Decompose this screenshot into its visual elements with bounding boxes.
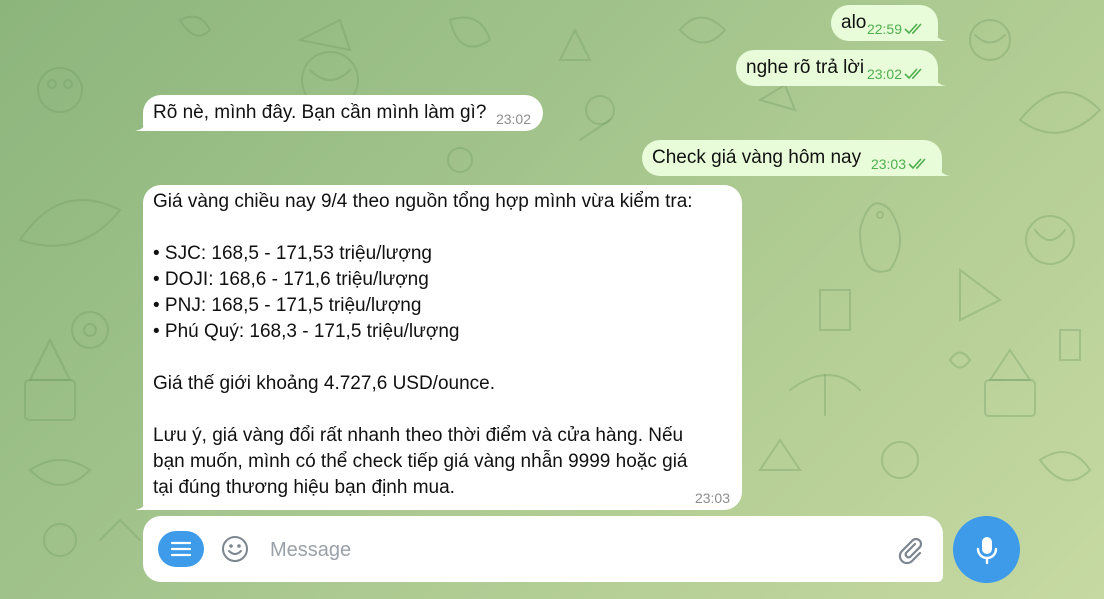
message-meta: 23:02 [867,66,926,82]
voice-record-button[interactable] [953,516,1020,583]
bubble-tail [135,496,147,510]
menu-icon [171,541,191,557]
bubble-tail [135,117,147,131]
message-time: 23:03 [870,156,906,172]
message-bubble-outgoing[interactable]: alo 22:59 [831,5,946,41]
note-line: tại đúng thương hiệu bạn định mua. [153,477,455,498]
microphone-icon [976,536,997,564]
message-time: 23:03 [694,490,730,506]
message-input[interactable] [268,534,872,566]
price-bullet-sjc: • SJC: 168,5 - 171,53 triệu/lượng [153,243,432,264]
message-intro: Giá vàng chiều nay 9/4 theo nguồn tổng h… [153,191,693,212]
message-meta: 22:59 [867,21,926,37]
bubble-tail [934,72,946,86]
message-bubble-incoming[interactable]: Giá vàng chiều nay 9/4 theo nguồn tổng h… [135,185,742,510]
double-check-icon [904,23,922,35]
message-time: 23:02 [495,111,531,127]
message-bubble-outgoing[interactable]: Check giá vàng hôm nay 23:03 [642,140,950,176]
message-text: Giá vàng chiều nay 9/4 theo nguồn tổng h… [153,189,730,501]
double-check-icon [904,68,922,80]
double-check-icon [908,158,926,170]
message-bubble-incoming[interactable]: Rõ nè, mình đây. Bạn cần mình làm gì? 23… [135,95,543,131]
smiley-icon[interactable] [221,535,249,563]
note-line: bạn muốn, mình có thể check tiếp giá vàn… [153,451,688,472]
message-text: alo [841,12,867,33]
price-bullet-phu-quy: • Phú Quý: 168,3 - 171,5 triệu/lượng [153,321,460,342]
message-text: nghe rõ trả lời [746,57,865,78]
price-bullet-pnj: • PNJ: 168,5 - 171,5 triệu/lượng [153,295,422,316]
price-bullet-doji: • DOJI: 168,6 - 171,6 triệu/lượng [153,269,429,290]
paperclip-icon[interactable] [894,535,924,565]
message-meta: 23:03 [695,490,730,506]
message-bubble-outgoing[interactable]: nghe rõ trả lời 23:02 [736,50,946,86]
message-meta: 23:02 [496,111,531,127]
message-text: Check giá vàng hôm nay [652,147,862,168]
bubble-tail [938,162,950,176]
message-text: Rõ nè, mình đây. Bạn cần mình làm gì? [153,102,487,123]
message-meta: 23:03 [871,156,930,172]
message-time: 23:02 [866,66,902,82]
bot-menu-button[interactable] [158,531,204,567]
message-time: 22:59 [866,21,902,37]
bubble-tail [934,27,946,41]
message-composer [143,516,943,582]
note-line: Lưu ý, giá vàng đổi rất nhanh theo thời … [153,425,684,446]
world-price-line: Giá thế giới khoảng 4.727,6 USD/ounce. [153,373,496,394]
